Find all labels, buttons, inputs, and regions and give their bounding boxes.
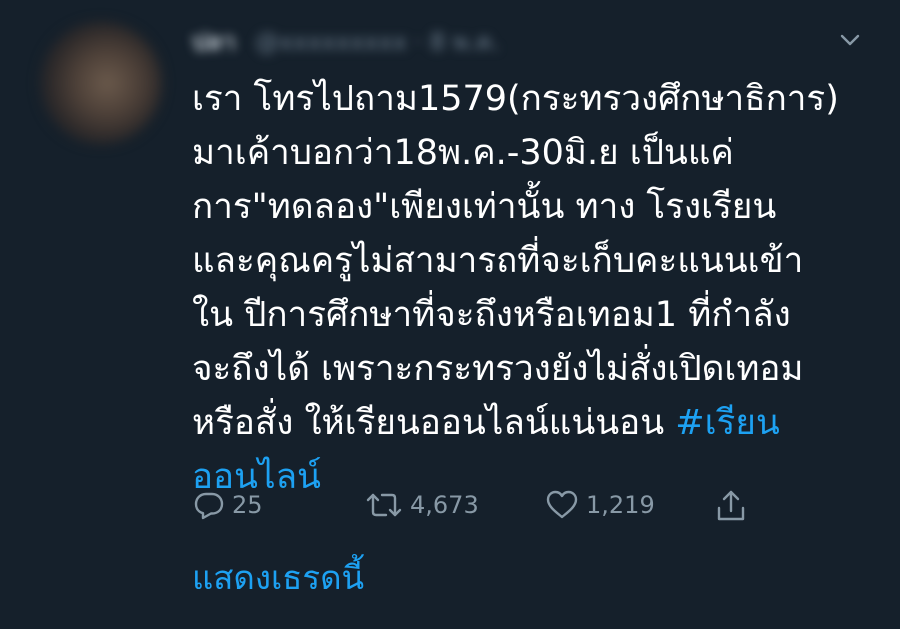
like-count: 1,219 — [586, 491, 655, 519]
tweet-header: ปลา @xxxxxxxxx · 8 พ.ค. — [192, 24, 792, 58]
like-button[interactable]: 1,219 — [544, 488, 655, 522]
retweet-button[interactable]: 4,673 — [364, 488, 479, 522]
chevron-down-icon[interactable] — [836, 26, 864, 54]
tweet-card[interactable]: ปลา @xxxxxxxxx · 8 พ.ค. เรา โทรไปถาม1579… — [0, 0, 900, 629]
retweet-icon — [364, 488, 410, 522]
reply-count: 25 — [232, 491, 263, 519]
avatar[interactable] — [40, 22, 162, 144]
share-button[interactable] — [714, 488, 754, 524]
reply-button[interactable]: 25 — [192, 488, 263, 522]
retweet-count: 4,673 — [410, 491, 479, 519]
tweet-body: เรา โทรไปถาม1579(กระทรวงศึกษาธิการ) มาเค… — [192, 79, 839, 443]
author-name[interactable]: ปลา — [192, 28, 235, 56]
author-handle[interactable]: @xxxxxxxxx · 8 พ.ค. — [255, 28, 500, 56]
tweet-actions: 25 4,673 1,219 — [192, 488, 762, 528]
share-icon — [714, 488, 754, 524]
reply-icon — [192, 488, 232, 522]
heart-icon — [544, 488, 586, 522]
tweet-text: เรา โทรไปถาม1579(กระทรวงศึกษาธิการ) มาเค… — [192, 72, 872, 504]
show-thread-link[interactable]: แสดงเธรดนี้ — [192, 556, 364, 600]
author-info[interactable]: ปลา @xxxxxxxxx · 8 พ.ค. — [192, 22, 500, 61]
